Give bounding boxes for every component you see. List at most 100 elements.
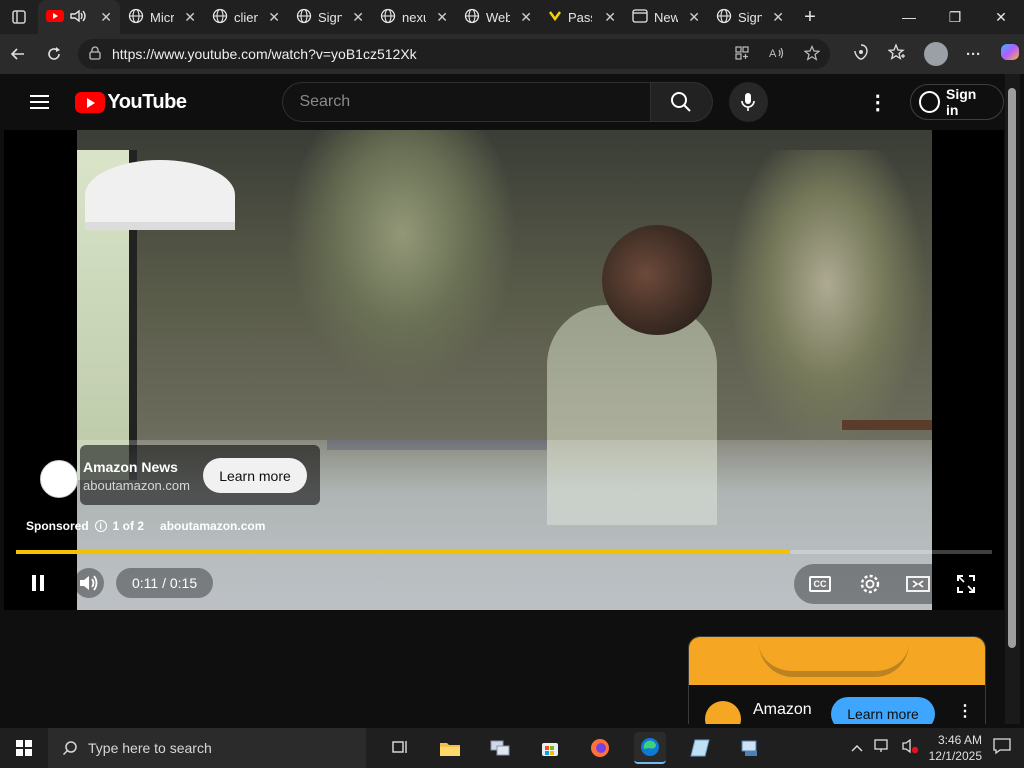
close-tab-icon[interactable]: ✕ [772,9,784,26]
video-frame[interactable] [77,130,932,610]
companion-ad-card[interactable]: Amazon Learn more ⋮ [688,636,986,724]
firefox-button[interactable] [584,732,616,764]
app-available-icon[interactable] [734,45,750,64]
network-app-button[interactable] [484,732,516,764]
close-tab-icon[interactable]: ✕ [352,9,364,26]
volume-muted-icon[interactable] [901,738,919,759]
close-tab-icon[interactable]: ✕ [184,9,196,26]
youtube-play-icon [75,91,106,113]
sign-in-button[interactable]: Sign in [909,84,1004,120]
address-bar-row: https://www.youtube.com/watch?v=yoB1cz51… [0,34,1024,74]
site-info-icon[interactable] [88,45,102,63]
audio-icon[interactable] [70,9,88,26]
refresh-button[interactable] [36,38,72,70]
favorite-star-icon[interactable] [803,44,821,64]
tab-title: Sign [738,9,762,25]
task-view-icon [392,741,407,753]
address-bar[interactable]: https://www.youtube.com/watch?v=yoB1cz51… [78,39,830,69]
network-icon[interactable] [873,738,891,759]
subtitles-button[interactable]: CC [804,568,836,600]
browser-essentials-icon[interactable] [852,43,870,65]
close-tab-icon[interactable]: ✕ [688,9,700,26]
youtube-logo[interactable]: YouTube [75,90,187,114]
clock[interactable]: 3:46 AM 12/1/2025 [929,732,982,764]
store-button[interactable] [534,732,566,764]
settings-menu-icon[interactable]: ⋮ [868,90,888,115]
new-tab-button[interactable]: + [792,0,828,34]
task-view-button[interactable] [384,732,416,764]
tab-nexu[interactable]: nexu ✕ [372,0,456,34]
video-player[interactable]: Amazon News aboutamazon.com Learn more S… [4,130,1004,610]
tab-actions-button[interactable] [0,0,38,34]
advertiser-name[interactable]: Amazon News [83,459,178,475]
learn-more-button[interactable]: Learn more [203,458,307,493]
close-tab-icon[interactable]: ✕ [604,9,616,26]
refresh-icon [48,47,60,60]
close-tab-icon[interactable]: ✕ [100,9,112,26]
clock-time: 3:46 AM [937,733,982,747]
start-button[interactable] [0,728,48,768]
progress-bar-fill [16,550,790,554]
taskbar-search-box[interactable]: Type here to search [48,728,366,768]
tab-micr[interactable]: Micr ✕ [120,0,204,34]
minimize-button[interactable]: — [886,0,932,34]
ad-sponsor-domain[interactable]: aboutamazon.com [160,519,265,533]
tab-title: Pass [568,9,592,25]
search-button[interactable] [650,82,713,122]
amazon-smile-logo [759,643,909,677]
taskbar-apps [384,732,766,764]
fullscreen-button[interactable] [950,568,982,600]
progress-bar[interactable] [16,550,992,554]
video-scene-lamp [85,160,235,230]
maximize-button[interactable]: ❐ [932,0,978,34]
amazon-logo[interactable] [705,701,741,724]
tab-new[interactable]: New ✕ [624,0,708,34]
search-input[interactable]: Search [282,82,651,122]
companion-menu-icon[interactable]: ⋮ [957,701,973,721]
mute-button[interactable] [74,568,104,598]
tab-sign-2[interactable]: Sign ✕ [708,0,792,34]
page-scrollbar[interactable] [1005,74,1020,724]
newtab-icon [632,8,648,26]
companion-learn-more-button[interactable]: Learn more [831,697,935,724]
gear-icon [860,574,880,594]
notes-icon [690,739,710,757]
back-button[interactable] [0,38,36,70]
youtube-wordmark: YouTube [107,90,187,113]
pause-button[interactable] [24,568,52,598]
advertiser-domain: aboutamazon.com [83,478,190,493]
notes-app-button[interactable] [684,732,716,764]
scrollbar-thumb[interactable] [1008,88,1016,648]
theater-mode-button[interactable] [902,568,934,600]
menu-icon[interactable] [30,95,50,109]
file-explorer-button[interactable] [434,732,466,764]
close-tab-icon[interactable]: ✕ [520,9,532,26]
notifications-icon[interactable] [992,737,1012,760]
show-hidden-icons-icon[interactable] [851,739,863,757]
ad-count: 1 of 2 [112,519,145,533]
voice-search-button[interactable] [728,82,768,122]
tab-web[interactable]: Web ✕ [456,0,540,34]
more-options-icon[interactable]: ··· [966,46,981,63]
favorites-icon[interactable] [887,43,906,65]
tab-youtube[interactable]: ✕ [38,0,120,34]
edge-button[interactable] [634,732,666,764]
companion-advertiser-name[interactable]: Amazon [753,701,812,719]
close-window-button[interactable]: ✕ [978,0,1024,34]
read-aloud-icon[interactable]: A [768,45,786,64]
advertiser-logo[interactable] [40,460,78,498]
close-tab-icon[interactable]: ✕ [268,9,280,26]
settings-button[interactable] [854,568,886,600]
companion-ad-info: Amazon Learn more ⋮ [689,685,985,724]
ad-info-icon[interactable]: i [94,520,107,532]
microphone-icon [741,93,756,111]
close-tab-icon[interactable]: ✕ [436,9,448,26]
tab-pass[interactable]: Pass ✕ [540,0,624,34]
youtube-page: YouTube Search ⋮ Sign in Amazon News abo… [4,74,1004,724]
copilot-icon[interactable] [999,41,1021,67]
tab-clien[interactable]: clien ✕ [204,0,288,34]
tab-sign-1[interactable]: Sign ✕ [288,0,372,34]
url-text: https://www.youtube.com/watch?v=yoB1cz51… [112,46,417,62]
remote-app-button[interactable] [734,732,766,764]
profile-avatar[interactable] [924,42,948,66]
